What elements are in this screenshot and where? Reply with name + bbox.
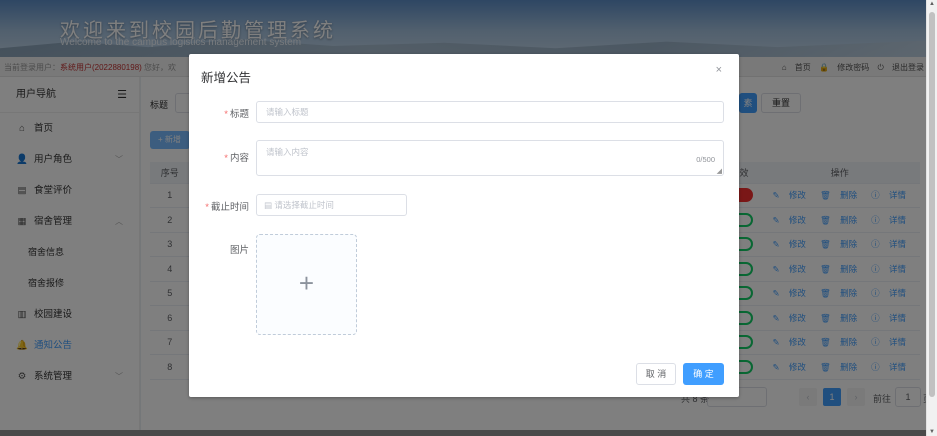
scroll-down-arrow-icon[interactable]: ▼ bbox=[929, 429, 935, 435]
plus-icon: + bbox=[298, 268, 315, 298]
deadline-field-label: * 截止时间 bbox=[205, 202, 249, 213]
confirm-button[interactable]: 确 定 bbox=[683, 363, 724, 385]
scrollbar-thumb[interactable] bbox=[929, 12, 935, 397]
page-scrollbar[interactable]: ▲ ▼ bbox=[926, 0, 937, 436]
scroll-up-arrow-icon[interactable]: ▲ bbox=[929, 1, 935, 7]
close-icon[interactable]: × bbox=[716, 64, 722, 76]
deadline-date-picker[interactable]: ▤ 请选择截止时间 bbox=[256, 194, 407, 216]
cancel-button[interactable]: 取 消 bbox=[636, 363, 676, 385]
resize-handle-icon[interactable]: ◢ bbox=[717, 167, 722, 175]
title-input[interactable]: 请输入标题 bbox=[256, 101, 724, 123]
content-char-count: 0/500 bbox=[696, 155, 715, 164]
image-field-label: 图片 bbox=[229, 245, 249, 256]
content-textarea[interactable]: 请输入内容 0/500 ◢ bbox=[256, 140, 724, 176]
title-field-label: * 标题 bbox=[224, 109, 249, 120]
bottom-bar bbox=[0, 430, 926, 436]
content-field-label: * 内容 bbox=[224, 153, 249, 164]
image-upload[interactable]: + bbox=[256, 234, 357, 335]
add-notice-dialog: 新增公告 × * 标题 请输入标题 * 内容 请输入内容 0/500 ◢ * 截止时间… bbox=[189, 54, 739, 397]
content-placeholder: 请输入内容 bbox=[266, 147, 309, 157]
calendar-icon: ▤ bbox=[264, 200, 275, 210]
dialog-title: 新增公告 bbox=[201, 71, 252, 85]
